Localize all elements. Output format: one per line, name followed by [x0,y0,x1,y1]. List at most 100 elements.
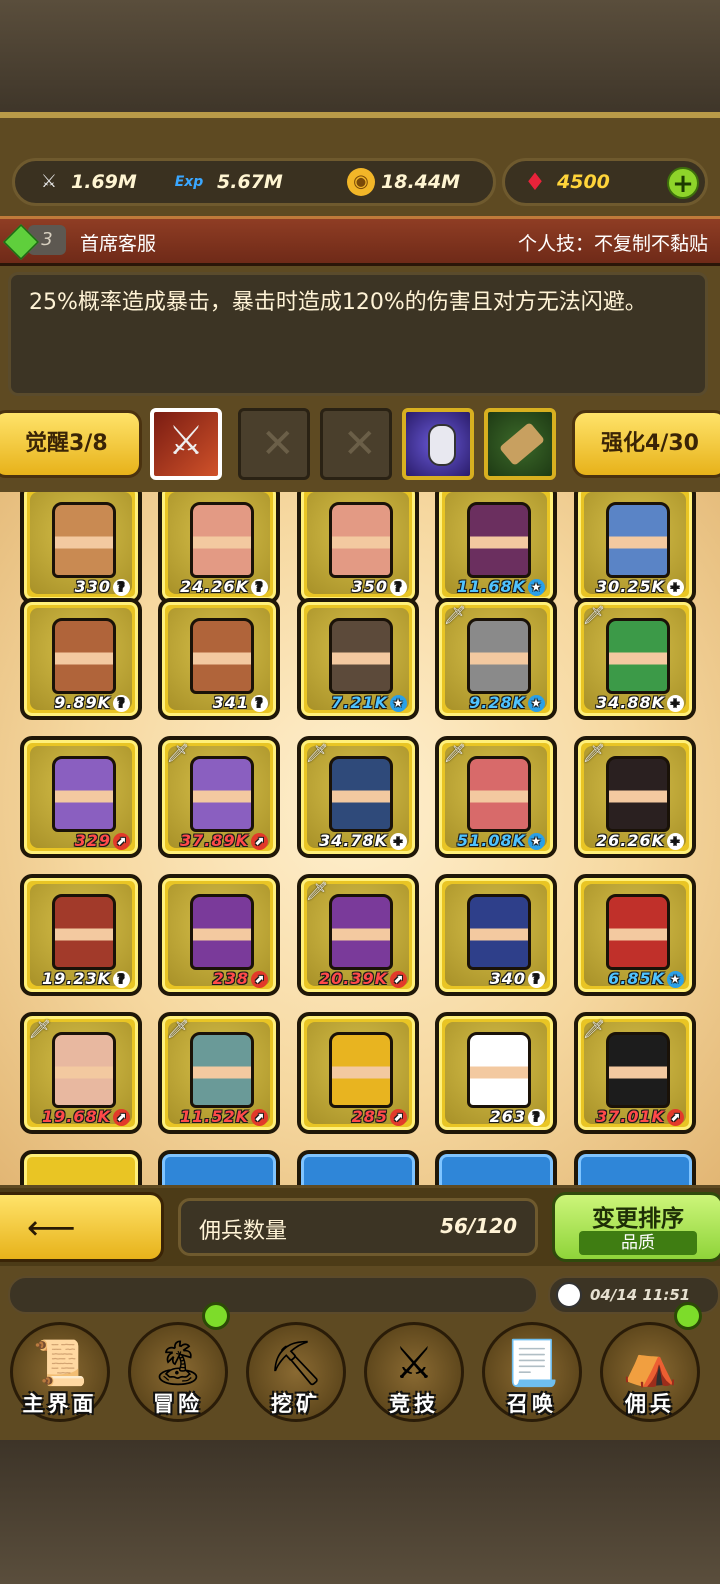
nav-label: 冒险 [153,1392,203,1416]
power-value: 285 [351,1107,388,1126]
upgrade-icon: ⬈ [251,971,268,988]
nav-label: 佣兵 [625,1392,675,1416]
back-button[interactable]: ⟵ [0,1192,164,1262]
mercenary-card[interactable]: 🗡 26.26K + [574,736,696,858]
arrow-left-icon: ⟵ [27,1208,76,1248]
mercenary-card-partial[interactable] [158,1150,280,1185]
skill-slot-empty-1[interactable]: ✕ [238,408,310,480]
power-value: 20.39K [318,969,388,988]
mercenary-card[interactable]: 6.85K ★ [574,874,696,996]
nav-item[interactable]: 📃 召唤 [474,1318,590,1424]
mercenary-card-partial[interactable] [574,1150,696,1185]
mercenary-card[interactable]: 🗡 19.68K ⬈ [20,1012,142,1134]
mercenary-power: 30.25K + [596,577,684,596]
mercenary-portrait [190,1032,254,1108]
mercenary-card[interactable]: 19.23K? [20,874,142,996]
mercenary-card[interactable]: 285 ⬈ [297,1012,419,1134]
mercenary-card[interactable]: 341? [158,598,280,720]
mercenary-power: 19.68K ⬈ [42,1107,130,1126]
enhance-button[interactable]: 强化4/30 [572,410,720,478]
crossed-swords-icon: ⚔ [168,418,204,464]
mercenary-card[interactable]: 263? [435,1012,557,1134]
mercenary-card[interactable]: 🗡 34.88K + [574,598,696,720]
mercenary-card[interactable]: 🗡 11.52K ⬈ [158,1012,280,1134]
mercenary-portrait [467,618,531,694]
nav-item[interactable]: ⛏ 挖矿 [238,1318,354,1424]
notification-dot [674,1302,702,1330]
mercenary-card[interactable]: 330? [20,492,142,604]
bottom-background [0,1440,720,1584]
nav-item[interactable]: 📜 主界面 [2,1318,118,1424]
mercenary-card[interactable]: 🗡 9.28K ★ [435,598,557,720]
mercenary-card[interactable]: 340? [435,874,557,996]
exp-value: 5.67M [217,171,283,193]
awaken-label: 觉醒3/8 [25,431,108,456]
clock-icon [556,1282,582,1308]
mercenary-card-partial[interactable] [297,1150,419,1185]
power-value: 11.52K [179,1107,249,1126]
power-value: 330 [74,577,111,596]
star-icon: ★ [528,833,545,850]
power-value: 329 [74,831,111,850]
mercenary-portrait [52,756,116,832]
power-value: 19.68K [41,1107,111,1126]
nav-item[interactable]: ⛺ 佣兵 [592,1302,708,1424]
mercenary-card[interactable]: 🗡 20.39K ⬈ [297,874,419,996]
crossed-swords-icon: ⚔ [394,1338,434,1389]
sort-sub-label: 品质 [579,1231,697,1255]
skill-slot-scroll[interactable] [484,408,556,480]
message-bar [8,1276,538,1314]
mercenary-power: 9.89K? [54,693,130,712]
mercenary-card[interactable]: 350? [297,492,419,604]
power-value: 34.78K [318,831,388,850]
nav-item[interactable]: 🏝 冒险 [120,1302,236,1424]
mercenary-power: 11.52K ⬈ [180,1107,268,1126]
skill-slot-mouse[interactable] [402,408,474,480]
awaken-button[interactable]: 觉醒3/8 [0,410,142,478]
skill-slot-empty-2[interactable]: ✕ [320,408,392,480]
mercenary-portrait [52,894,116,970]
upgrade-icon: ⬈ [251,1109,268,1126]
mercenary-card-partial[interactable] [20,1150,142,1185]
unknown-icon: ? [528,1109,545,1126]
island-icon: 🏝 [150,1338,206,1389]
scroll-icon [498,421,546,467]
unknown-icon: ? [251,579,268,596]
mercenary-card[interactable]: 30.25K + [574,492,696,604]
mercenary-card[interactable]: 9.89K? [20,598,142,720]
add-gems-button[interactable]: + [667,167,699,199]
mercenary-portrait [606,618,670,694]
empty-slot-icon: ✕ [261,421,295,467]
mercenary-power: 341? [213,693,268,712]
equipped-sword-icon: 🗡 [443,743,467,764]
mercenary-portrait [190,894,254,970]
mercenary-power: 263? [490,1107,545,1126]
mercenary-card[interactable]: 24.26K? [158,492,280,604]
mercenary-power: 340? [490,969,545,988]
star-icon: ★ [390,695,407,712]
mercenary-card[interactable]: 🗡 51.08K ★ [435,736,557,858]
mercenary-portrait [329,618,393,694]
nav-item[interactable]: ⚔ 竞技 [356,1318,472,1424]
upgrade-icon: ⬈ [113,1109,130,1126]
change-sort-button[interactable]: 变更排序 品质 [552,1192,720,1262]
power-value: 7.21K [331,693,388,712]
mercenary-card[interactable]: 7.21K ★ [297,598,419,720]
empty-slot-icon: ✕ [343,421,377,467]
mercenary-portrait [467,756,531,832]
power-value: 26.26K [595,831,665,850]
mercenary-card[interactable]: 🗡 34.78K + [297,736,419,858]
unknown-icon: ? [390,579,407,596]
power-value: 30.25K [595,577,665,596]
notification-dot [202,1302,230,1330]
plus-icon: + [390,833,407,850]
gem-resource: ♦ 4500 [519,161,610,203]
mercenary-card[interactable]: 329 ⬈ [20,736,142,858]
skill-slot-active[interactable]: ⚔ [150,408,222,480]
mercenary-card-partial[interactable] [435,1150,557,1185]
mercenary-card[interactable]: 11.68K ★ [435,492,557,604]
mercenary-card[interactable]: 238 ⬈ [158,874,280,996]
attack-resource: ⚔ 1.69M [33,161,137,203]
mercenary-card[interactable]: 🗡 37.01K ⬈ [574,1012,696,1134]
mercenary-card[interactable]: 🗡 37.89K ⬈ [158,736,280,858]
